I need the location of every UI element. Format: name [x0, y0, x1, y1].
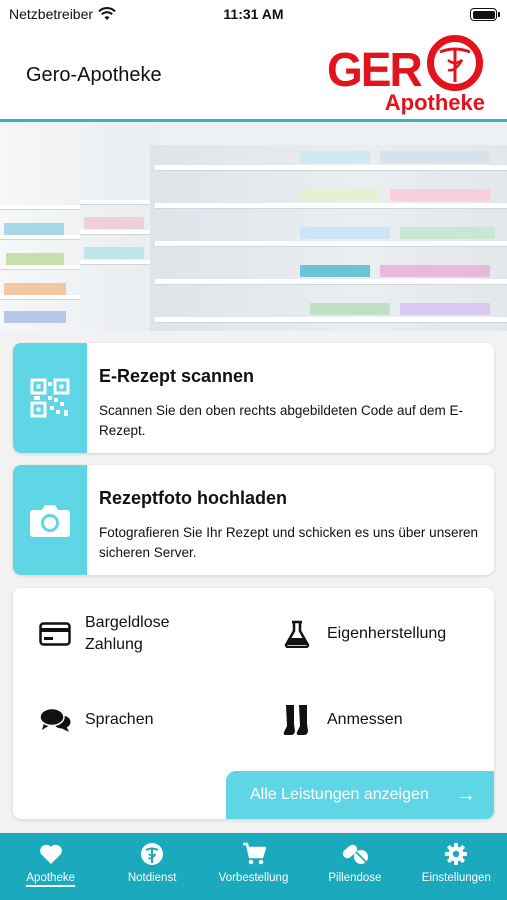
tab-label: Apotheke [26, 872, 75, 887]
arrow-right-icon: → [456, 784, 476, 806]
battery-icon [470, 8, 500, 21]
stockings-icon [281, 704, 313, 736]
app-header: Gero-Apotheke GER Apotheke [0, 30, 507, 122]
logo-ring [427, 35, 483, 91]
tab-notdienst[interactable]: Notdienst [101, 833, 202, 900]
service-label: Bargeldlose Zahlung [85, 614, 170, 653]
service-bargeldlose-zahlung[interactable]: Bargeldlose Zahlung [39, 612, 239, 656]
services-panel: Bargeldlose Zahlung Eigenherstellung Spr… [13, 588, 494, 819]
camera-icon [30, 505, 70, 537]
tab-pillendose[interactable]: Pillendose [304, 833, 405, 900]
service-label: Anmessen [327, 711, 403, 728]
tab-einstellungen[interactable]: Einstellungen [406, 833, 507, 900]
gero-apotheke-logo: GER Apotheke [325, 32, 487, 116]
caduceus-icon [140, 842, 164, 866]
service-eigenherstellung[interactable]: Eigenherstellung [281, 618, 446, 650]
card-title: E-Rezept scannen [99, 366, 255, 386]
tab-label: Notdienst [127, 872, 177, 884]
rezeptfoto-upload-card[interactable]: Rezeptfoto hochladen Fotografieren Sie I… [13, 465, 494, 575]
card-description: Scannen Sie den oben rechts abgebildeten… [99, 403, 464, 438]
service-sprachen[interactable]: Sprachen [39, 704, 154, 736]
e-rezept-scan-card[interactable]: E-Rezept scannen Scannen Sie den oben re… [13, 343, 494, 453]
logo-subtext: Apotheke [384, 90, 485, 115]
service-label: Sprachen [85, 711, 154, 728]
cart-icon [242, 842, 266, 866]
status-bar: Netzbetreiber 11:31 AM [0, 0, 507, 30]
all-services-button[interactable]: Alle Leistungen anzeigen → [226, 771, 494, 819]
speech-bubbles-icon [39, 704, 71, 736]
all-services-label: Alle Leistungen anzeigen [250, 786, 429, 803]
heart-icon [39, 842, 63, 866]
card-icon-area [13, 465, 87, 575]
page-title: Gero-Apotheke [26, 64, 162, 86]
tab-vorbestellung[interactable]: Vorbestellung [203, 833, 304, 900]
tab-label: Einstellungen [421, 872, 491, 884]
gear-icon [444, 842, 468, 866]
pill-icon [341, 842, 369, 866]
flask-icon [281, 618, 313, 650]
tab-label: Vorbestellung [218, 872, 289, 884]
card-title: Rezeptfoto hochladen [99, 488, 287, 508]
hero-image-pharmacy [0, 125, 507, 331]
caduceus-logo-icon [439, 47, 471, 82]
logo-text: GER [327, 41, 423, 97]
card-description: Fotografieren Sie Ihr Rezept und schicke… [99, 525, 478, 560]
credit-card-icon [39, 618, 71, 650]
qr-code-icon [30, 378, 70, 418]
clock: 11:31 AM [223, 6, 284, 22]
tab-apotheke[interactable]: Apotheke [0, 833, 101, 900]
service-anmessen[interactable]: Anmessen [281, 704, 403, 736]
service-label: Eigenherstellung [327, 625, 447, 642]
card-icon-area [13, 343, 87, 453]
tab-label: Pillendose [328, 872, 382, 884]
bottom-tab-bar: Apotheke Notdienst Vorbestellung Pillend… [0, 833, 507, 900]
